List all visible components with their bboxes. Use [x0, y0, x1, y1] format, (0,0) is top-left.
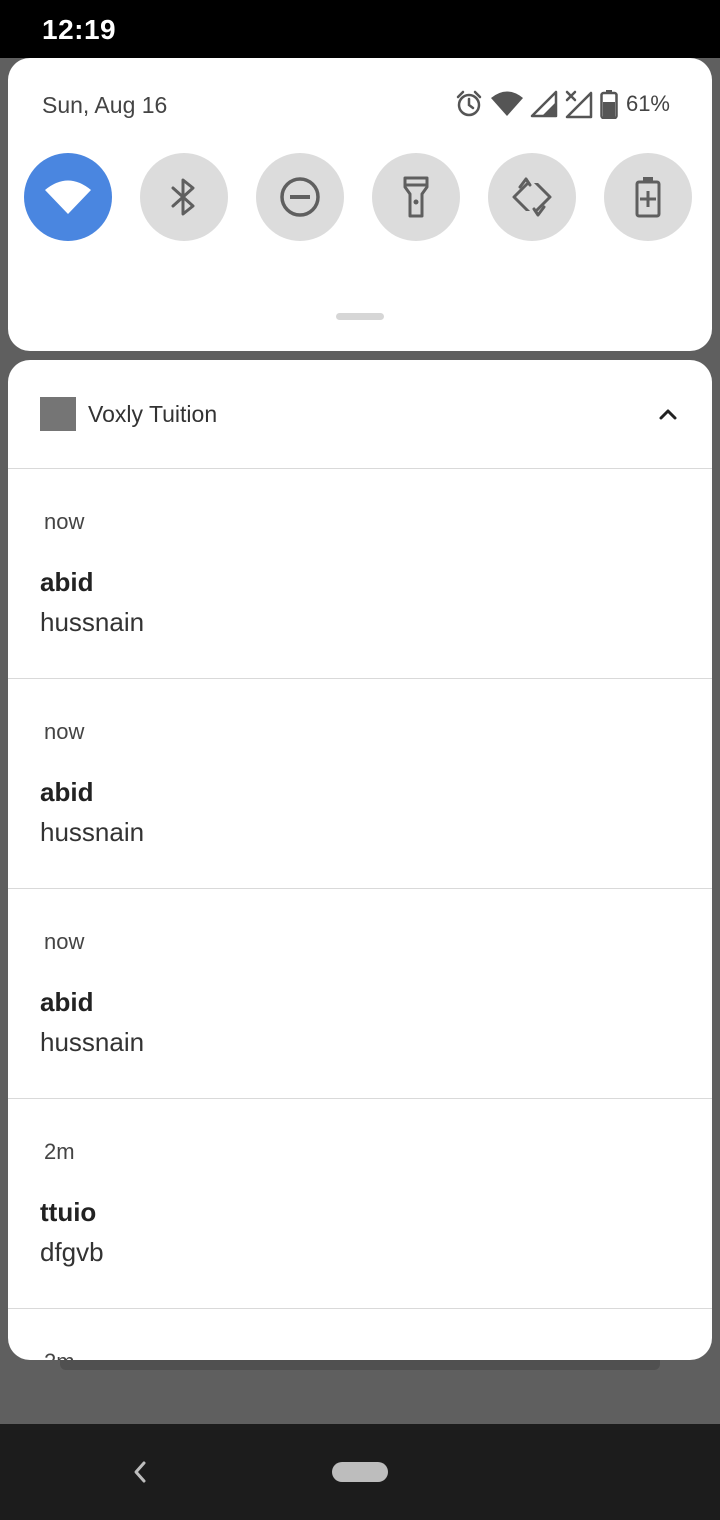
quick-settings-panel: Sun, Aug 16 61% [8, 58, 712, 351]
wifi-icon [45, 180, 91, 214]
app-icon [40, 397, 76, 431]
alarm-icon [454, 89, 484, 119]
notification-text: hussnain [40, 817, 145, 847]
notification-text: dfgvb [40, 1237, 104, 1267]
notification-time: now [44, 719, 85, 744]
tile-wifi[interactable] [24, 153, 112, 241]
notification-title: abid [40, 987, 94, 1017]
back-button[interactable] [124, 1454, 156, 1490]
navigation-bar [0, 1424, 720, 1520]
battery-saver-icon [635, 177, 661, 218]
notification-text: hussnain [40, 1027, 145, 1057]
cell-signal-icon [530, 90, 558, 118]
wifi-icon [490, 89, 524, 119]
notification-panel: Voxly Tuition now abid hussnain now abid… [8, 360, 712, 1360]
bluetooth-icon [171, 178, 195, 216]
notification-item[interactable]: 2m ttuio dfgvb [8, 1099, 712, 1309]
status-bar: 12:19 [0, 0, 720, 58]
auto-rotate-icon [512, 175, 552, 219]
notification-time: now [44, 929, 85, 954]
battery-icon [600, 89, 618, 119]
tile-auto-rotate[interactable] [488, 153, 576, 241]
notification-item[interactable]: now abid hussnain [8, 889, 712, 1099]
notification-title: abid [40, 777, 94, 807]
do-not-disturb-icon [280, 177, 320, 217]
notification-title: abid [40, 567, 94, 597]
drag-handle[interactable] [336, 313, 384, 320]
status-time: 12:19 [42, 14, 117, 45]
no-signal-icon [564, 89, 594, 119]
notification-title: ttuio [40, 1197, 97, 1227]
tile-do-not-disturb[interactable] [256, 153, 344, 241]
notification-time: 2m [44, 1139, 75, 1164]
tile-flashlight[interactable] [372, 153, 460, 241]
notification-text: hussnain [40, 607, 145, 637]
notification-time: now [44, 509, 85, 534]
home-pill-button[interactable] [332, 1462, 388, 1482]
tile-battery-saver[interactable] [604, 153, 692, 241]
notification-time: 2m [44, 1349, 75, 1360]
flashlight-icon [403, 176, 429, 218]
app-name: Voxly Tuition [88, 401, 218, 427]
status-icons: 61% [454, 88, 670, 120]
notification-item[interactable]: now abid hussnain [8, 469, 712, 679]
date-label: Sun, Aug 16 [42, 92, 168, 118]
collapse-button[interactable] [650, 396, 686, 432]
chevron-up-icon [659, 409, 677, 420]
tile-bluetooth[interactable] [140, 153, 228, 241]
notification-item[interactable]: 2m [8, 1309, 712, 1360]
notification-item[interactable]: now abid hussnain [8, 679, 712, 889]
quick-settings-tiles [24, 153, 704, 241]
back-icon [134, 1461, 146, 1483]
battery-percent: 61% [625, 91, 670, 116]
notification-group-header[interactable]: Voxly Tuition [8, 360, 712, 469]
